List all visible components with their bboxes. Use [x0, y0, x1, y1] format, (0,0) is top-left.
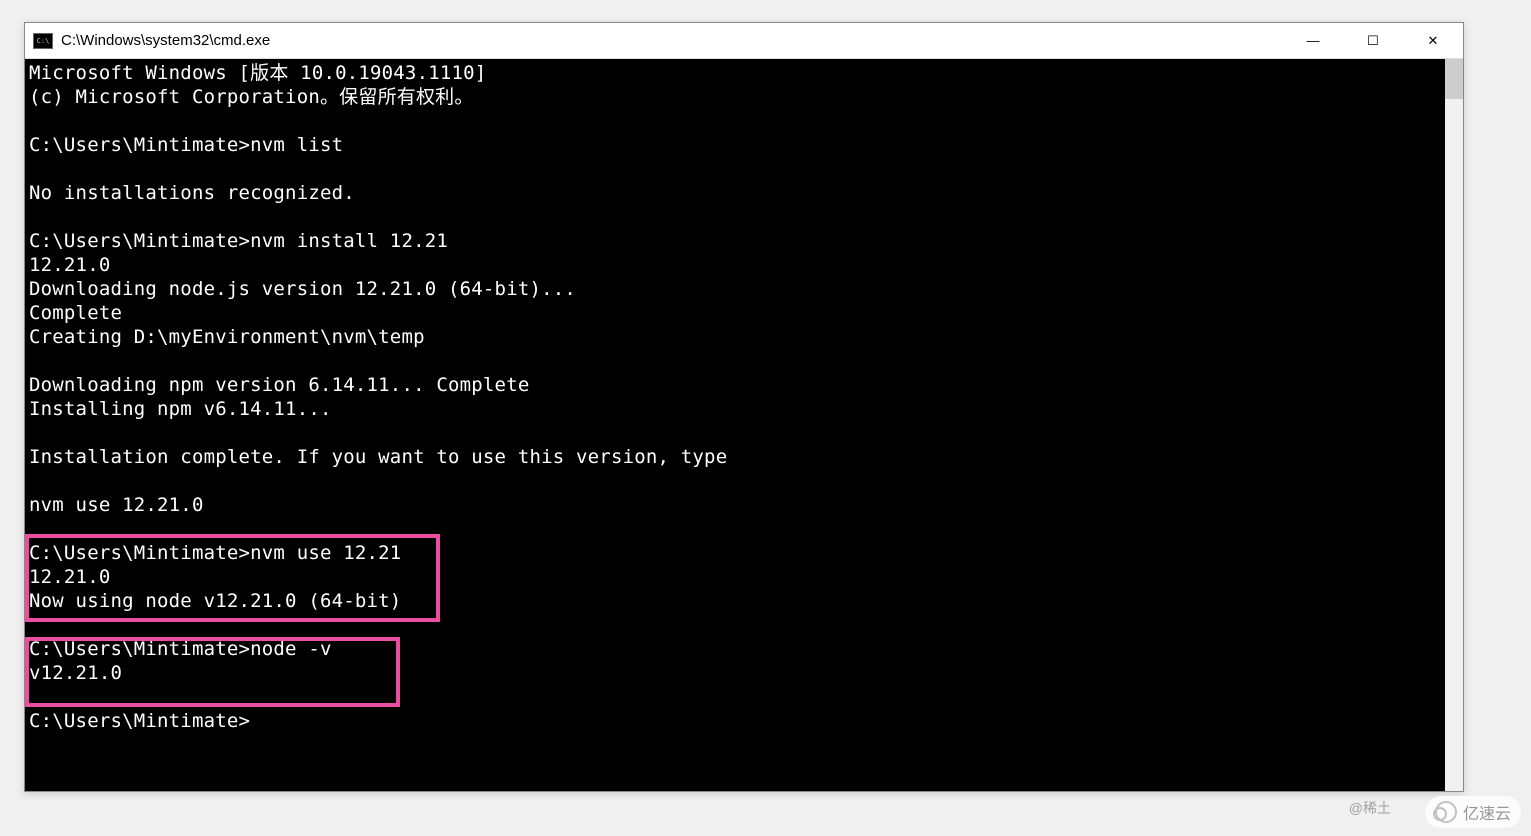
scrollbar-vertical[interactable] [1445, 59, 1463, 791]
watermark-logo: 亿速云 [1425, 796, 1521, 828]
minimize-icon: — [1307, 33, 1320, 48]
terminal-output: Microsoft Windows [版本 10.0.19043.1110] (… [25, 59, 1463, 735]
close-button[interactable]: ✕ [1403, 23, 1463, 58]
title-bar[interactable]: C:\Windows\system32\cmd.exe — ☐ ✕ [25, 23, 1463, 59]
maximize-button[interactable]: ☐ [1343, 23, 1403, 58]
terminal-area[interactable]: Microsoft Windows [版本 10.0.19043.1110] (… [25, 59, 1463, 791]
cmd-icon [33, 33, 53, 49]
window-controls: — ☐ ✕ [1283, 23, 1463, 58]
close-icon: ✕ [1428, 33, 1439, 49]
minimize-button[interactable]: — [1283, 23, 1343, 58]
watermark-source: @稀土 [1349, 798, 1391, 818]
scrollbar-thumb[interactable] [1445, 59, 1463, 99]
cloud-icon [1435, 801, 1457, 823]
maximize-icon: ☐ [1367, 33, 1379, 49]
watermark-text: 亿速云 [1463, 800, 1511, 824]
cmd-window: C:\Windows\system32\cmd.exe — ☐ ✕ Micros… [24, 22, 1464, 792]
window-title: C:\Windows\system32\cmd.exe [61, 32, 1283, 49]
